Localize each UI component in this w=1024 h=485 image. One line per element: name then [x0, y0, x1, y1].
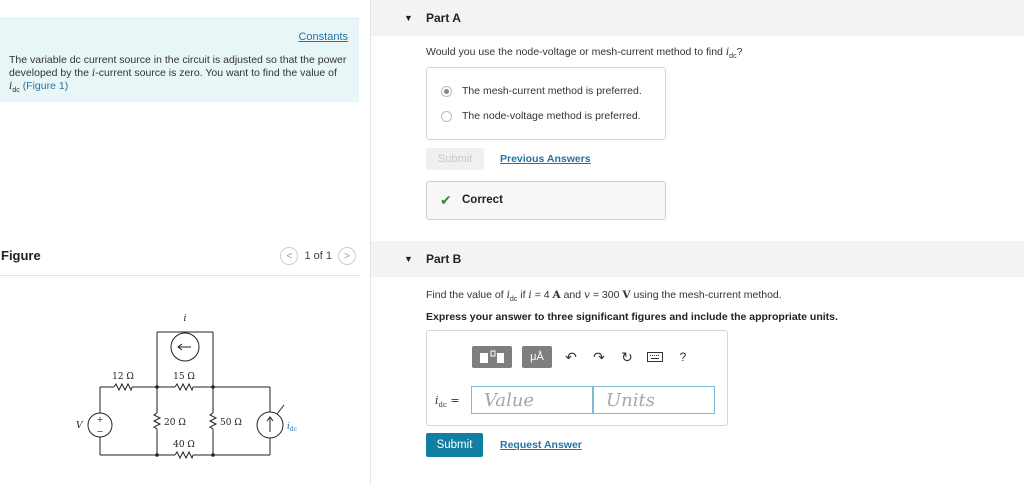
- label-r40: 40 Ω: [173, 440, 195, 450]
- answer-equation-label: idc =: [435, 394, 460, 410]
- reset-icon[interactable]: ↻: [618, 348, 636, 366]
- correct-text: Correct: [462, 194, 503, 206]
- problem-panel: Constants The variable dc current source…: [0, 0, 370, 485]
- part-b-submit-button[interactable]: Submit: [426, 433, 483, 457]
- value-input[interactable]: [471, 386, 593, 414]
- request-answer-link[interactable]: Request Answer: [500, 439, 582, 451]
- part-a-header[interactable]: ▼ Part A: [371, 0, 1024, 36]
- templates-button[interactable]: [472, 346, 512, 368]
- correct-feedback: ✔ Correct: [426, 181, 666, 220]
- units-input[interactable]: [593, 386, 715, 414]
- undo-icon[interactable]: ↶: [562, 348, 580, 366]
- redo-icon[interactable]: ↷: [590, 348, 608, 366]
- label-r15: 15 Ω: [173, 372, 195, 382]
- constants-link[interactable]: Constants: [298, 31, 348, 43]
- help-icon[interactable]: ?: [674, 348, 692, 366]
- radio-selected[interactable]: [441, 85, 452, 97]
- part-b-label: Part B: [426, 252, 462, 266]
- choice-mesh[interactable]: The mesh-current method is preferred.: [441, 85, 642, 97]
- figure-title: Figure: [1, 248, 41, 263]
- previous-answers-link[interactable]: Previous Answers: [500, 153, 591, 165]
- label-r12: 12 Ω: [112, 372, 134, 382]
- label-minus: −: [97, 427, 104, 436]
- prev-figure-icon[interactable]: <: [280, 247, 299, 265]
- part-a-submit-button[interactable]: Submit: [426, 148, 484, 170]
- keyboard-shape: [647, 352, 663, 362]
- next-figure-icon[interactable]: >: [338, 247, 356, 265]
- checkmark-icon: ✔: [440, 192, 452, 208]
- keyboard-icon[interactable]: [646, 348, 664, 366]
- label-v: V: [76, 421, 84, 431]
- label-idc: idc: [287, 422, 298, 433]
- problem-intro: Constants The variable dc current source…: [0, 18, 359, 102]
- label-i: i: [184, 314, 187, 324]
- part-a-question: Would you use the node-voltage or mesh-c…: [426, 46, 743, 61]
- answer-box: μÅ ↶ ↷ ↻ ? idc =: [426, 330, 728, 426]
- part-b-header[interactable]: ▼ Part B: [371, 241, 1024, 277]
- choice-node[interactable]: The node-voltage method is preferred.: [441, 110, 641, 122]
- part-b-question: Find the value of idc if i = 4 A and v =…: [426, 289, 782, 304]
- pager-text: 1 of 1: [304, 250, 332, 262]
- math-toolbar: μÅ ↶ ↷ ↻ ?: [472, 346, 692, 368]
- label-r50: 50 Ω: [220, 418, 242, 428]
- choice-group: The mesh-current method is preferred. Th…: [426, 67, 666, 140]
- circuit-diagram: i 12 Ω 15 Ω 20 Ω 50 Ω 40 Ω V + − idc: [76, 314, 298, 460]
- problem-statement: The variable dc current source in the ci…: [9, 54, 347, 95]
- figure-header: Figure < 1 of 1 >: [0, 245, 360, 276]
- part-a-label: Part A: [426, 11, 461, 25]
- part-b-instruction: Express your answer to three significant…: [426, 311, 838, 323]
- radio-unselected[interactable]: [441, 110, 452, 122]
- label-plus: +: [97, 415, 104, 424]
- figure-link[interactable]: (Figure 1): [23, 80, 69, 92]
- units-button[interactable]: μÅ: [522, 346, 552, 368]
- figure-pager: < 1 of 1 >: [280, 247, 356, 265]
- label-r20: 20 Ω: [164, 418, 186, 428]
- collapse-caret-icon[interactable]: ▼: [404, 13, 413, 23]
- templates-icon: [480, 350, 504, 363]
- collapse-caret-icon[interactable]: ▼: [404, 254, 413, 264]
- parts-panel: ▼ Part A Would you use the node-voltage …: [371, 0, 1024, 485]
